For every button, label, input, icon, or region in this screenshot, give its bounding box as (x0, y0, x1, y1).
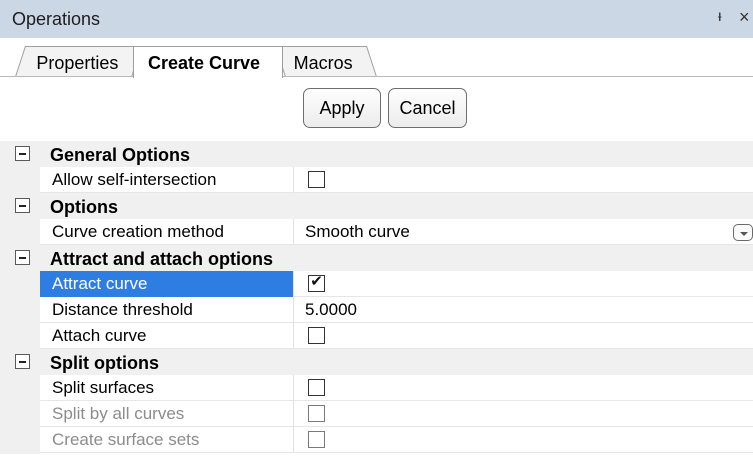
close-icon[interactable]: × (739, 7, 750, 28)
cancel-button[interactable]: Cancel (388, 88, 467, 128)
property-name: Create surface sets (40, 427, 294, 453)
property-value-cell (295, 427, 753, 453)
panel-titlebar: Operations ᵻ × (0, 0, 753, 38)
property-value-cell[interactable] (295, 375, 753, 401)
row-gutter (0, 219, 40, 246)
row-gutter (0, 167, 40, 194)
split-surfaces-checkbox[interactable] (308, 379, 325, 396)
property-row-attach-curve[interactable]: Attach curve (0, 323, 753, 350)
tab-macros-label: Macros (293, 53, 353, 73)
property-name[interactable]: Split surfaces (40, 375, 294, 401)
collapse-icon[interactable] (15, 198, 30, 213)
property-row-curve-creation-method[interactable]: Curve creation method Smooth curve (0, 219, 753, 246)
property-value-cell[interactable] (295, 167, 753, 193)
tab-create-curve[interactable]: Create Curve (133, 46, 283, 78)
checkmark-icon: ✔ (310, 272, 323, 290)
collapse-icon[interactable] (15, 250, 30, 265)
property-row-distance-threshold[interactable]: Distance threshold 5.0000 (0, 297, 753, 324)
collapse-icon[interactable] (15, 354, 30, 369)
property-name[interactable]: Attract curve (40, 271, 294, 297)
row-gutter (0, 297, 40, 324)
category-options[interactable]: Options (0, 193, 753, 219)
tab-properties[interactable]: Properties (14, 46, 143, 77)
property-name[interactable]: Curve creation method (40, 219, 294, 245)
apply-button[interactable]: Apply (303, 88, 381, 128)
property-row-split-by-all-curves[interactable]: Split by all curves (0, 401, 753, 428)
category-label: Split options (50, 353, 159, 373)
tab-strip-divider (0, 76, 753, 77)
category-split-options[interactable]: Split options (0, 349, 753, 375)
category-label: Attract and attach options (50, 249, 274, 269)
tab-strip: Properties Macros Create Curve (0, 38, 753, 80)
tab-properties-label: Properties (36, 53, 119, 73)
pin-icon[interactable]: ᵻ (718, 8, 722, 26)
allow-self-intersection-checkbox[interactable] (308, 171, 325, 188)
dropdown-arrow-icon[interactable] (733, 224, 753, 241)
row-gutter (0, 271, 40, 298)
property-name[interactable]: Attach curve (40, 323, 294, 349)
attract-curve-checkbox[interactable]: ✔ (308, 272, 325, 292)
category-general-options[interactable]: General Options (0, 141, 753, 167)
row-gutter (0, 401, 40, 428)
create-surface-sets-checkbox (308, 431, 325, 448)
property-value-cell (295, 401, 753, 427)
panel-title: Operations (12, 9, 101, 29)
category-label: General Options (50, 145, 191, 165)
property-grid: General Options Allow self-intersection … (0, 141, 753, 454)
property-value-cell[interactable] (295, 271, 753, 297)
split-by-all-curves-checkbox (308, 405, 325, 422)
collapse-icon[interactable] (15, 146, 30, 161)
row-gutter (0, 375, 40, 402)
property-name[interactable]: Allow self-intersection (40, 167, 294, 193)
category-label: Options (50, 197, 118, 217)
property-name: Split by all curves (40, 401, 294, 427)
property-name[interactable]: Distance threshold (40, 297, 294, 323)
action-button-row: Apply Cancel (0, 80, 753, 135)
property-row-split-surfaces[interactable]: Split surfaces (0, 375, 753, 402)
curve-creation-method-value[interactable]: Smooth curve (295, 219, 753, 245)
attach-curve-checkbox[interactable] (308, 327, 325, 344)
tab-macros[interactable]: Macros (274, 46, 378, 77)
property-row-attract-curve[interactable]: Attract curve ✔ (0, 271, 753, 298)
row-gutter (0, 323, 40, 350)
tab-create-curve-label: Create Curve (148, 53, 261, 73)
property-row-create-surface-sets[interactable]: Create surface sets (0, 427, 753, 454)
distance-threshold-value[interactable]: 5.0000 (295, 297, 753, 323)
category-attract-and-attach-options[interactable]: Attract and attach options (0, 245, 753, 271)
property-row-allow-self-intersection[interactable]: Allow self-intersection (0, 167, 753, 194)
row-gutter (0, 427, 40, 454)
property-value-cell[interactable] (295, 323, 753, 349)
